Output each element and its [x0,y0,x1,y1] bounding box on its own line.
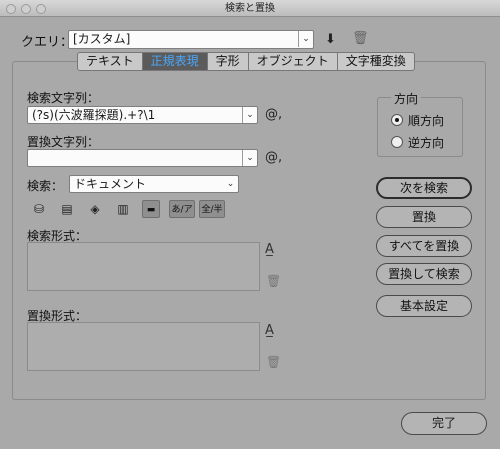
scope-value: ドキュメント [74,177,147,191]
close-window-button[interactable] [6,4,16,14]
backward-radio[interactable] [391,136,403,148]
query-value: [カスタム] [73,32,131,46]
replace-button[interactable]: 置換 [376,206,472,228]
save-query-icon[interactable]: ⬇ [325,32,336,47]
basic-settings-button[interactable]: 基本設定 [376,295,472,317]
kana-toggle[interactable]: あ/ア [169,200,195,218]
forward-label: 順方向 [408,114,445,128]
chevron-down-icon: ⌄ [242,150,257,166]
direction-label: 方向 [391,90,422,107]
tab-glyph[interactable]: 字形 [207,52,249,71]
search-value: (?s)(六波羅探題).+?\1 [32,108,156,122]
backward-label: 逆方向 [408,136,445,150]
locked-stories-icon[interactable]: ▤ [58,200,76,218]
replace-all-button[interactable]: すべてを置換 [376,235,472,257]
scope-label: 検索： [27,179,64,193]
query-select[interactable]: [カスタム] ⌄ [68,30,314,49]
scope-select[interactable]: ドキュメント ⌄ [69,175,239,193]
window-title: 検索と置換 [225,3,275,14]
replace-special-char-icon[interactable]: @, [265,150,282,165]
tab-text[interactable]: テキスト [77,52,143,71]
specify-format-icon[interactable]: A̲ [265,242,274,257]
chevron-down-icon: ⌄ [242,107,257,123]
forward-radio[interactable] [391,114,403,126]
chevron-down-icon: ⌄ [298,31,313,47]
specify-format-icon[interactable]: A̲ [265,323,274,338]
search-label: 検索文字列： [27,91,100,105]
tab-object[interactable]: オブジェクト [248,52,338,71]
query-label: クエリ： [21,35,74,50]
clear-format-icon[interactable]: 🗑 [266,274,281,288]
done-button[interactable]: 完了 [401,412,487,435]
width-toggle[interactable]: 全/半 [199,200,225,218]
replace-input[interactable]: ⌄ [27,149,258,167]
delete-query-icon[interactable]: 🗑 [352,31,369,46]
tab-transliterate[interactable]: 文字種変換 [337,52,415,71]
find-next-button[interactable]: 次を検索 [376,177,472,199]
minimize-window-button[interactable] [21,4,31,14]
search-format-box[interactable] [27,242,260,291]
tab-bar: テキスト 正規表現 字形 オブジェクト 文字種変換 [77,52,415,71]
locked-layers-icon[interactable]: ⛁ [30,200,48,218]
master-pages-icon[interactable]: ▥ [114,200,132,218]
clear-format-icon[interactable]: 🗑 [266,355,281,369]
search-input[interactable]: (?s)(六波羅探題).+?\1 ⌄ [27,106,258,124]
search-special-char-icon[interactable]: @, [265,107,282,122]
tab-grep[interactable]: 正規表現 [142,52,208,71]
title-bar: 検索と置換 [0,0,500,17]
replace-format-box[interactable] [27,322,260,371]
hidden-layers-icon[interactable]: ◈ [86,200,104,218]
zoom-window-button[interactable] [36,4,46,14]
chevron-down-icon: ⌄ [226,179,235,189]
replace-label: 置換文字列： [27,135,100,149]
replace-find-button[interactable]: 置換して検索 [376,263,472,285]
footnotes-icon[interactable]: ▬ [142,200,160,218]
